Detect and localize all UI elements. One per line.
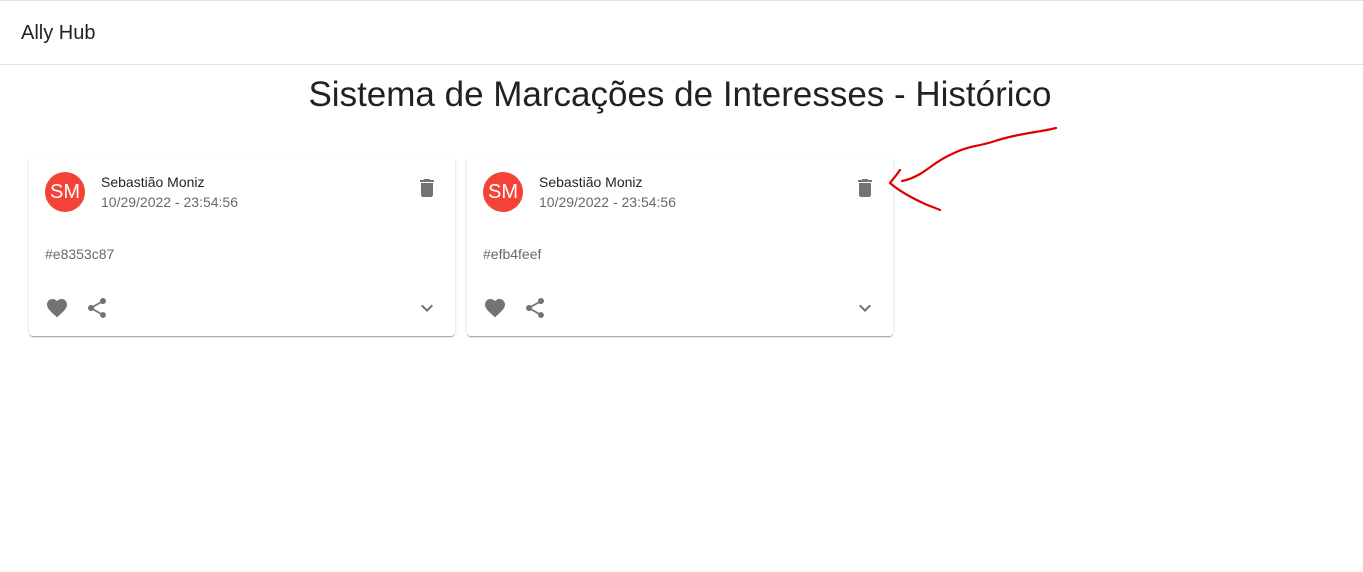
trash-icon xyxy=(858,179,872,197)
share-icon xyxy=(526,298,544,318)
card-author-name: Sebastião Moniz xyxy=(101,174,205,190)
delete-button[interactable] xyxy=(407,168,447,208)
like-button[interactable] xyxy=(475,288,515,328)
annotation-arrow xyxy=(888,126,1058,212)
card-date: 10/29/2022 - 23:54:56 xyxy=(101,194,239,210)
page-title: Sistema de Marcações de Interesses - His… xyxy=(308,75,1052,114)
chevron-down-icon xyxy=(421,304,433,312)
card-author-name: Sebastião Moniz xyxy=(539,174,643,190)
app-bar: Ally Hub xyxy=(0,0,1363,65)
avatar: SM xyxy=(45,172,85,212)
heart-icon xyxy=(47,299,67,318)
expand-button[interactable] xyxy=(407,288,447,328)
chevron-down-icon xyxy=(859,304,871,312)
share-button[interactable] xyxy=(77,288,117,328)
interest-card: SM Sebastião Moniz 10/29/2022 - 23:54:56… xyxy=(29,156,455,336)
avatar: SM xyxy=(483,172,523,212)
card-content: #e8353c87 xyxy=(45,246,115,262)
delete-button[interactable] xyxy=(845,168,885,208)
expand-button[interactable] xyxy=(845,288,885,328)
card-content: #efb4feef xyxy=(483,246,542,262)
share-icon xyxy=(88,298,106,318)
heart-icon xyxy=(485,299,505,318)
app-title[interactable]: Ally Hub xyxy=(21,21,95,45)
like-button[interactable] xyxy=(37,288,77,328)
share-button[interactable] xyxy=(515,288,555,328)
card-date: 10/29/2022 - 23:54:56 xyxy=(539,194,677,210)
trash-icon xyxy=(420,179,434,197)
interest-card: SM Sebastião Moniz 10/29/2022 - 23:54:56… xyxy=(467,156,893,336)
